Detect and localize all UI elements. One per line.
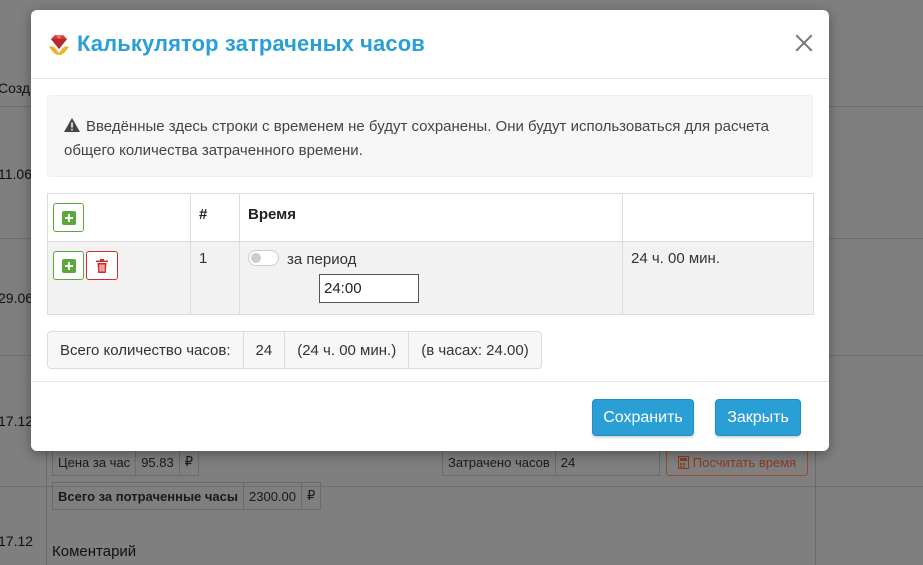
hours-calculator-modal: Калькулятор затраченых часов Введённые з… [31, 10, 829, 451]
bg-spent-value: 24 [560, 454, 576, 470]
add-row-after-button[interactable] [53, 251, 84, 280]
totals-formatted: (24 ч. 00 мин.) [285, 332, 410, 368]
row-number: 1 [190, 241, 240, 315]
gem-icon [49, 35, 69, 55]
totals-group: Всего количество часов: 24 (24 ч. 00 мин… [47, 331, 542, 369]
bg-date: 17.12 [0, 413, 34, 429]
bg-total-group: Всего за потраченные часы 2300.00 ₽ [52, 482, 322, 510]
modal-title: Калькулятор затраченых часов [77, 31, 425, 56]
warning-icon [64, 118, 80, 132]
bg-total-label: Всего за потраченные часы [53, 483, 244, 509]
period-toggle[interactable] [248, 250, 279, 266]
bg-price-label: Цена за час [53, 449, 137, 475]
modal-body: Введённые здесь строки с временем не буд… [31, 79, 829, 369]
row-time-cell: за период [239, 241, 623, 315]
info-alert: Введённые здесь строки с временем не буд… [47, 95, 813, 177]
bg-date: 17.12 [0, 533, 34, 549]
table-row: 1 за период 24 ч. 00 мин. [47, 241, 814, 315]
close-button[interactable]: Закрыть [715, 399, 801, 436]
alert-text: Введённые здесь строки с временем не буд… [64, 118, 770, 159]
trash-icon [96, 258, 108, 273]
bg-column-header: Созд [0, 80, 31, 96]
plus-icon [61, 210, 76, 225]
bg-spent-group: Затрачено часов 24 [442, 448, 660, 476]
bg-comment-label: Коментарий [52, 543, 137, 560]
totals-in-hours: (в часах: 24.00) [421, 341, 529, 359]
save-button[interactable]: Сохранить [592, 399, 694, 436]
bg-total-currency: ₽ [307, 488, 316, 503]
bg-date: 11.06 [0, 166, 32, 182]
row-actions [47, 241, 191, 315]
close-icon[interactable] [793, 32, 815, 54]
totals-hours: 24 [244, 332, 286, 368]
time-header: Время [239, 193, 623, 242]
bg-calc-time-label: Посчитать время [692, 454, 797, 470]
bg-price-group: Цена за час 95.83 ₽ [52, 448, 200, 476]
time-rows-table: # Время 1 за период 24:00 24 ч. 00 мин. [47, 193, 814, 315]
modal-footer: Сохранить Закрыть [31, 381, 829, 451]
bg-date: 29.06 [0, 290, 34, 306]
bg-total-value: 2300.00 [244, 483, 302, 509]
time-input[interactable] [319, 274, 419, 303]
bg-price-value: 95.83 [136, 449, 180, 475]
totals-label: Всего количество часов: [48, 332, 244, 368]
plus-icon [61, 258, 76, 273]
period-toggle-label: за период [287, 251, 357, 268]
delete-row-button[interactable] [86, 251, 118, 280]
row-result: 24 ч. 00 мин. [622, 241, 814, 315]
result-header [622, 193, 814, 242]
bg-spent-label: Затрачено часов [443, 449, 556, 475]
bg-price-currency: ₽ [184, 454, 194, 469]
number-header: # [190, 193, 240, 242]
bg-calc-time-button[interactable]: Посчитать время [666, 448, 808, 476]
calculator-icon [677, 455, 689, 469]
add-row-button[interactable] [53, 203, 84, 232]
actions-header [47, 193, 191, 242]
modal-header: Калькулятор затраченых часов [31, 10, 829, 79]
